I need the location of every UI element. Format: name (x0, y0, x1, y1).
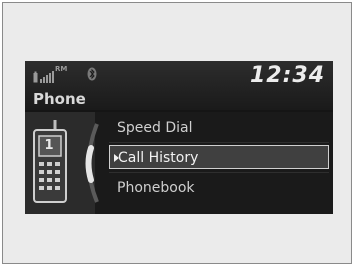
phone-icon (33, 120, 67, 203)
menu-divider (109, 172, 329, 173)
menu-item-label: Phonebook (117, 180, 195, 196)
menu-item-phonebook[interactable]: Phonebook (109, 176, 329, 200)
menu-item-call-history[interactable]: Call History (109, 145, 329, 169)
menu-divider (109, 142, 329, 143)
menu-item-label: Call History (118, 150, 199, 166)
selection-pointer-icon (114, 154, 119, 162)
signal-strength-icon (40, 70, 54, 83)
menu-item-label: Speed Dial (117, 120, 193, 136)
keypad-digit: 1 (44, 138, 54, 153)
page-title: Phone (33, 90, 86, 108)
battery-icon (33, 71, 38, 83)
menu-panel: 1 Speed Dial Call History Phonebook (25, 112, 333, 214)
status-icons: RM (33, 65, 67, 83)
roaming-label: RM (55, 65, 68, 73)
phone-screen: RM Phone 12:34 1 Speed Dial Call History… (25, 61, 333, 214)
scroll-arc-icon (85, 123, 99, 203)
menu-item-speed-dial[interactable]: Speed Dial (109, 116, 329, 140)
clock: 12:34 (249, 63, 325, 88)
status-header: RM Phone 12:34 (25, 61, 333, 110)
bluetooth-icon (87, 67, 97, 81)
